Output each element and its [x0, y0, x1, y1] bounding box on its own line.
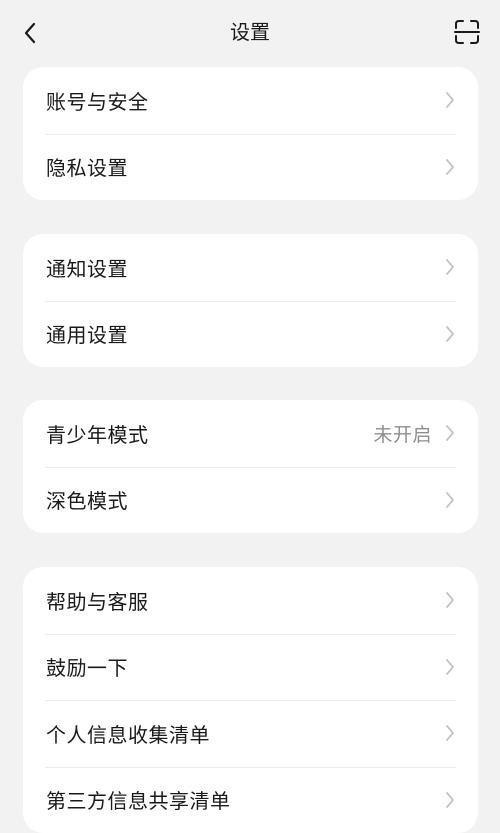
- chevron-right-icon: [443, 790, 457, 810]
- chevron-right-icon: [443, 324, 457, 344]
- settings-item-label: 通用设置: [46, 319, 128, 348]
- chevron-right-icon: [443, 590, 457, 610]
- scan-icon: [454, 19, 480, 45]
- settings-item-teen-mode[interactable]: 青少年模式 未开启: [23, 400, 478, 467]
- settings-item-personal-info-list[interactable]: 个人信息收集清单: [23, 700, 478, 767]
- chevron-right-icon: [443, 723, 457, 743]
- teen-mode-status: 未开启: [373, 420, 432, 447]
- settings-group-account: 账号与安全 隐私设置: [23, 67, 478, 200]
- chevron-right-icon: [443, 490, 457, 510]
- settings-group-help: 帮助与客服 鼓励一下 个人信息收集清单 第三方信息共享清单: [23, 567, 478, 833]
- settings-item-encourage[interactable]: 鼓励一下: [23, 634, 478, 701]
- settings-item-help-support[interactable]: 帮助与客服: [23, 567, 478, 634]
- settings-item-notifications[interactable]: 通知设置: [23, 234, 478, 301]
- page-title: 设置: [0, 18, 500, 46]
- chevron-right-icon: [443, 423, 457, 443]
- settings-item-general[interactable]: 通用设置: [23, 301, 478, 368]
- settings-item-label: 个人信息收集清单: [46, 719, 210, 748]
- settings-item-label: 青少年模式: [46, 419, 149, 448]
- settings-item-privacy[interactable]: 隐私设置: [23, 134, 478, 201]
- settings-item-label: 鼓励一下: [46, 652, 128, 681]
- chevron-right-icon: [443, 157, 457, 177]
- settings-item-label: 第三方信息共享清单: [46, 785, 231, 814]
- nav-bar: 设置: [0, 0, 500, 64]
- settings-group-modes: 青少年模式 未开启 深色模式: [23, 400, 478, 533]
- settings-item-account-security[interactable]: 账号与安全: [23, 67, 478, 134]
- chevron-right-icon: [443, 90, 457, 110]
- chevron-right-icon: [443, 657, 457, 677]
- settings-item-label: 账号与安全: [46, 86, 149, 115]
- settings-item-label: 帮助与客服: [46, 586, 149, 615]
- chevron-right-icon: [443, 257, 457, 277]
- settings-item-label: 通知设置: [46, 253, 128, 282]
- settings-item-label: 深色模式: [46, 485, 128, 514]
- settings-item-third-party-sharing-list[interactable]: 第三方信息共享清单: [23, 767, 478, 833]
- scan-button[interactable]: [452, 17, 482, 47]
- settings-item-dark-mode[interactable]: 深色模式: [23, 467, 478, 534]
- settings-item-label: 隐私设置: [46, 152, 128, 181]
- settings-group-general: 通知设置 通用设置: [23, 234, 478, 367]
